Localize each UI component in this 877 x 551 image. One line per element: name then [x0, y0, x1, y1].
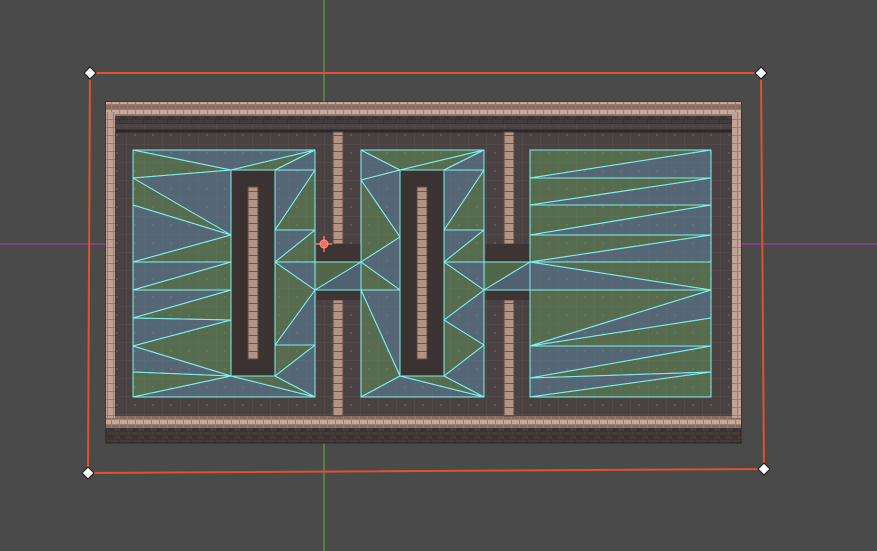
wall-top-bricks [106, 102, 741, 116]
divider-pillar-left-bottom [332, 299, 344, 417]
obstacle-left-pillar [247, 186, 259, 360]
divider-pillar-right-top [503, 131, 515, 245]
scene-viewport[interactable] [0, 0, 877, 551]
diamond-handle-icon[interactable] [757, 462, 771, 476]
scene-canvas[interactable] [0, 0, 877, 551]
obstacle-middle-pillar [416, 186, 428, 360]
wall-right-bricks [732, 112, 741, 418]
diamond-handle-icon[interactable] [754, 66, 768, 80]
wall-bottom-bricks [106, 416, 741, 428]
diamond-handle-icon[interactable] [83, 66, 97, 80]
divider-pillar-left-top [332, 131, 344, 245]
divider-pillar-right-bottom [503, 299, 515, 417]
diamond-handle-icon[interactable] [81, 466, 95, 480]
wall-left-bricks [106, 112, 115, 418]
